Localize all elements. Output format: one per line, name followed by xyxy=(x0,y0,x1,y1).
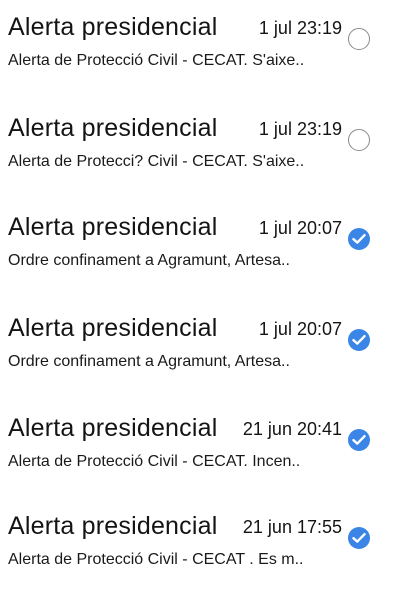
check-mark-icon xyxy=(352,435,366,445)
message-title: Alerta presidencial xyxy=(8,314,218,342)
check-circle-icon[interactable] xyxy=(348,527,370,549)
message-item[interactable]: Alerta presidencial 21 jun 17:55 Alerta … xyxy=(0,499,414,597)
message-title: Alerta presidencial xyxy=(8,114,218,142)
message-preview: Alerta de Protecci? Civil - CECAT. S'aix… xyxy=(8,153,305,170)
message-item[interactable]: Alerta presidencial 1 jul 20:07 Ordre co… xyxy=(0,200,414,298)
check-mark-icon xyxy=(352,335,366,345)
message-date: 21 jun 17:55 xyxy=(242,517,342,537)
message-preview: Alerta de Protecció Civil - CECAT. Incen… xyxy=(8,453,301,470)
message-date: 21 jun 20:41 xyxy=(242,419,342,439)
message-date: 1 jul 23:19 xyxy=(258,119,342,139)
message-preview: Ordre confinament a Agramunt, Artesa.. xyxy=(8,353,290,370)
check-circle-icon[interactable] xyxy=(348,429,370,451)
message-title: Alerta presidencial xyxy=(8,512,218,540)
message-title: Alerta presidencial xyxy=(8,213,218,241)
message-date: 1 jul 20:07 xyxy=(258,218,342,238)
message-title: Alerta presidencial xyxy=(8,414,218,442)
message-preview: Alerta de Protecció Civil - CECAT. S'aix… xyxy=(8,52,305,69)
alert-message-list: Alerta presidencial 1 jul 23:19 Alerta d… xyxy=(0,0,414,588)
check-mark-icon xyxy=(352,234,366,244)
empty-circle-icon[interactable] xyxy=(348,28,370,50)
message-preview: Ordre confinament a Agramunt, Artesa.. xyxy=(8,252,290,269)
message-item[interactable]: Alerta presidencial 1 jul 23:19 Alerta d… xyxy=(0,101,414,199)
check-circle-icon[interactable] xyxy=(348,329,370,351)
message-date: 1 jul 23:19 xyxy=(258,18,342,38)
message-item[interactable]: Alerta presidencial 1 jul 23:19 Alerta d… xyxy=(0,0,414,98)
check-mark-icon xyxy=(352,533,366,543)
empty-circle-icon[interactable] xyxy=(348,129,370,151)
message-item[interactable]: Alerta presidencial 1 jul 20:07 Ordre co… xyxy=(0,301,414,399)
message-preview: Alerta de Protecció Civil - CECAT . Es m… xyxy=(8,551,304,568)
message-title: Alerta presidencial xyxy=(8,13,218,41)
message-date: 1 jul 20:07 xyxy=(258,319,342,339)
check-circle-icon[interactable] xyxy=(348,228,370,250)
message-item[interactable]: Alerta presidencial 21 jun 20:41 Alerta … xyxy=(0,401,414,499)
